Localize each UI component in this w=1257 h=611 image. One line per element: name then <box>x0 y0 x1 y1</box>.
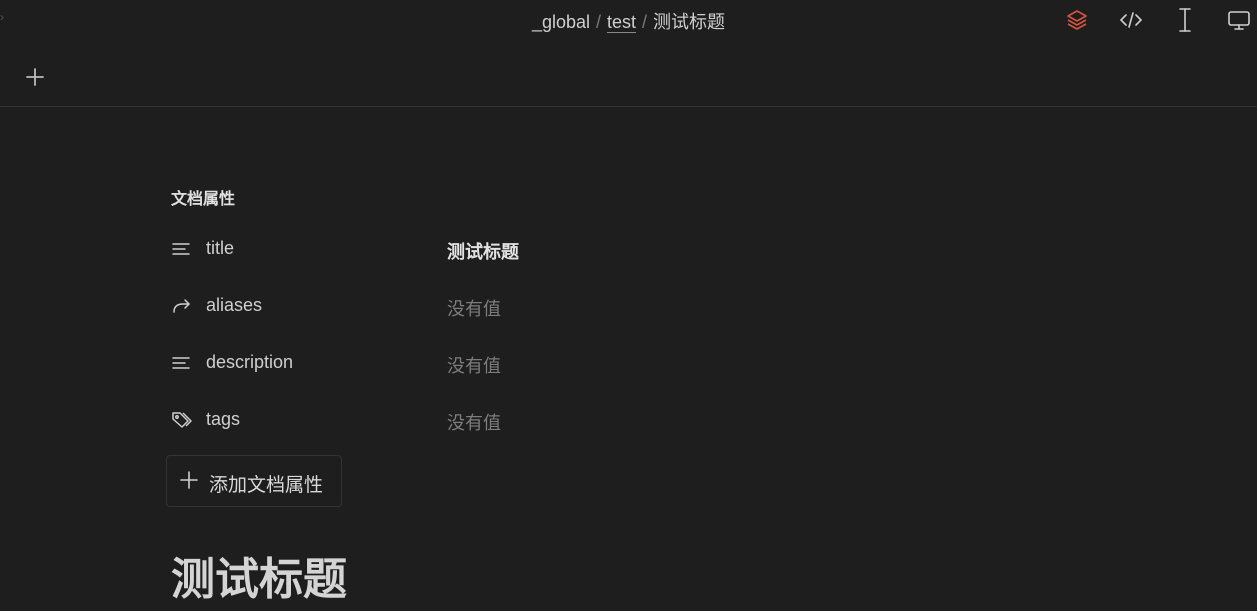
property-row-aliases[interactable]: aliases 没有值 <box>166 284 566 328</box>
add-property-button[interactable]: 添加文档属性 <box>166 455 342 507</box>
property-key: tags <box>206 409 241 429</box>
property-row-tags[interactable]: tags 没有值 <box>166 398 566 442</box>
breadcrumb-item[interactable]: _global <box>532 12 590 32</box>
property-key: title <box>206 238 235 258</box>
breadcrumb-current: 测试标题 <box>653 12 726 32</box>
property-value[interactable]: 没有值 <box>447 352 501 378</box>
breadcrumb-separator: / <box>642 12 648 32</box>
property-value[interactable]: 测试标题 <box>447 238 519 264</box>
breadcrumb-separator: / <box>596 12 602 32</box>
properties-title: 文档属性 <box>171 191 236 208</box>
layers-icon[interactable] <box>1063 6 1091 34</box>
property-value[interactable]: 没有值 <box>447 295 501 321</box>
text-lines-icon <box>171 239 191 259</box>
document-heading[interactable]: 测试标题 <box>171 543 347 607</box>
plus-icon[interactable] <box>22 64 48 90</box>
property-key: aliases <box>206 295 263 315</box>
tab-bar <box>0 56 1257 107</box>
top-bar: › _global / test / 测试标题 <box>0 0 1257 40</box>
text-cursor-icon[interactable] <box>1171 6 1199 34</box>
forward-arrow-icon <box>171 296 191 316</box>
property-row-title[interactable]: title 测试标题 <box>166 227 566 271</box>
property-value[interactable]: 没有值 <box>447 409 501 435</box>
text-lines-icon <box>171 353 191 373</box>
monitor-icon[interactable] <box>1225 6 1253 34</box>
add-property-label: 添加文档属性 <box>209 475 324 496</box>
breadcrumb-item[interactable]: test <box>607 12 636 32</box>
tag-icon <box>171 410 192 430</box>
code-icon[interactable] <box>1117 6 1145 34</box>
plus-icon <box>179 470 199 495</box>
property-row-description[interactable]: description 没有值 <box>166 341 566 385</box>
property-key: description <box>206 352 294 372</box>
